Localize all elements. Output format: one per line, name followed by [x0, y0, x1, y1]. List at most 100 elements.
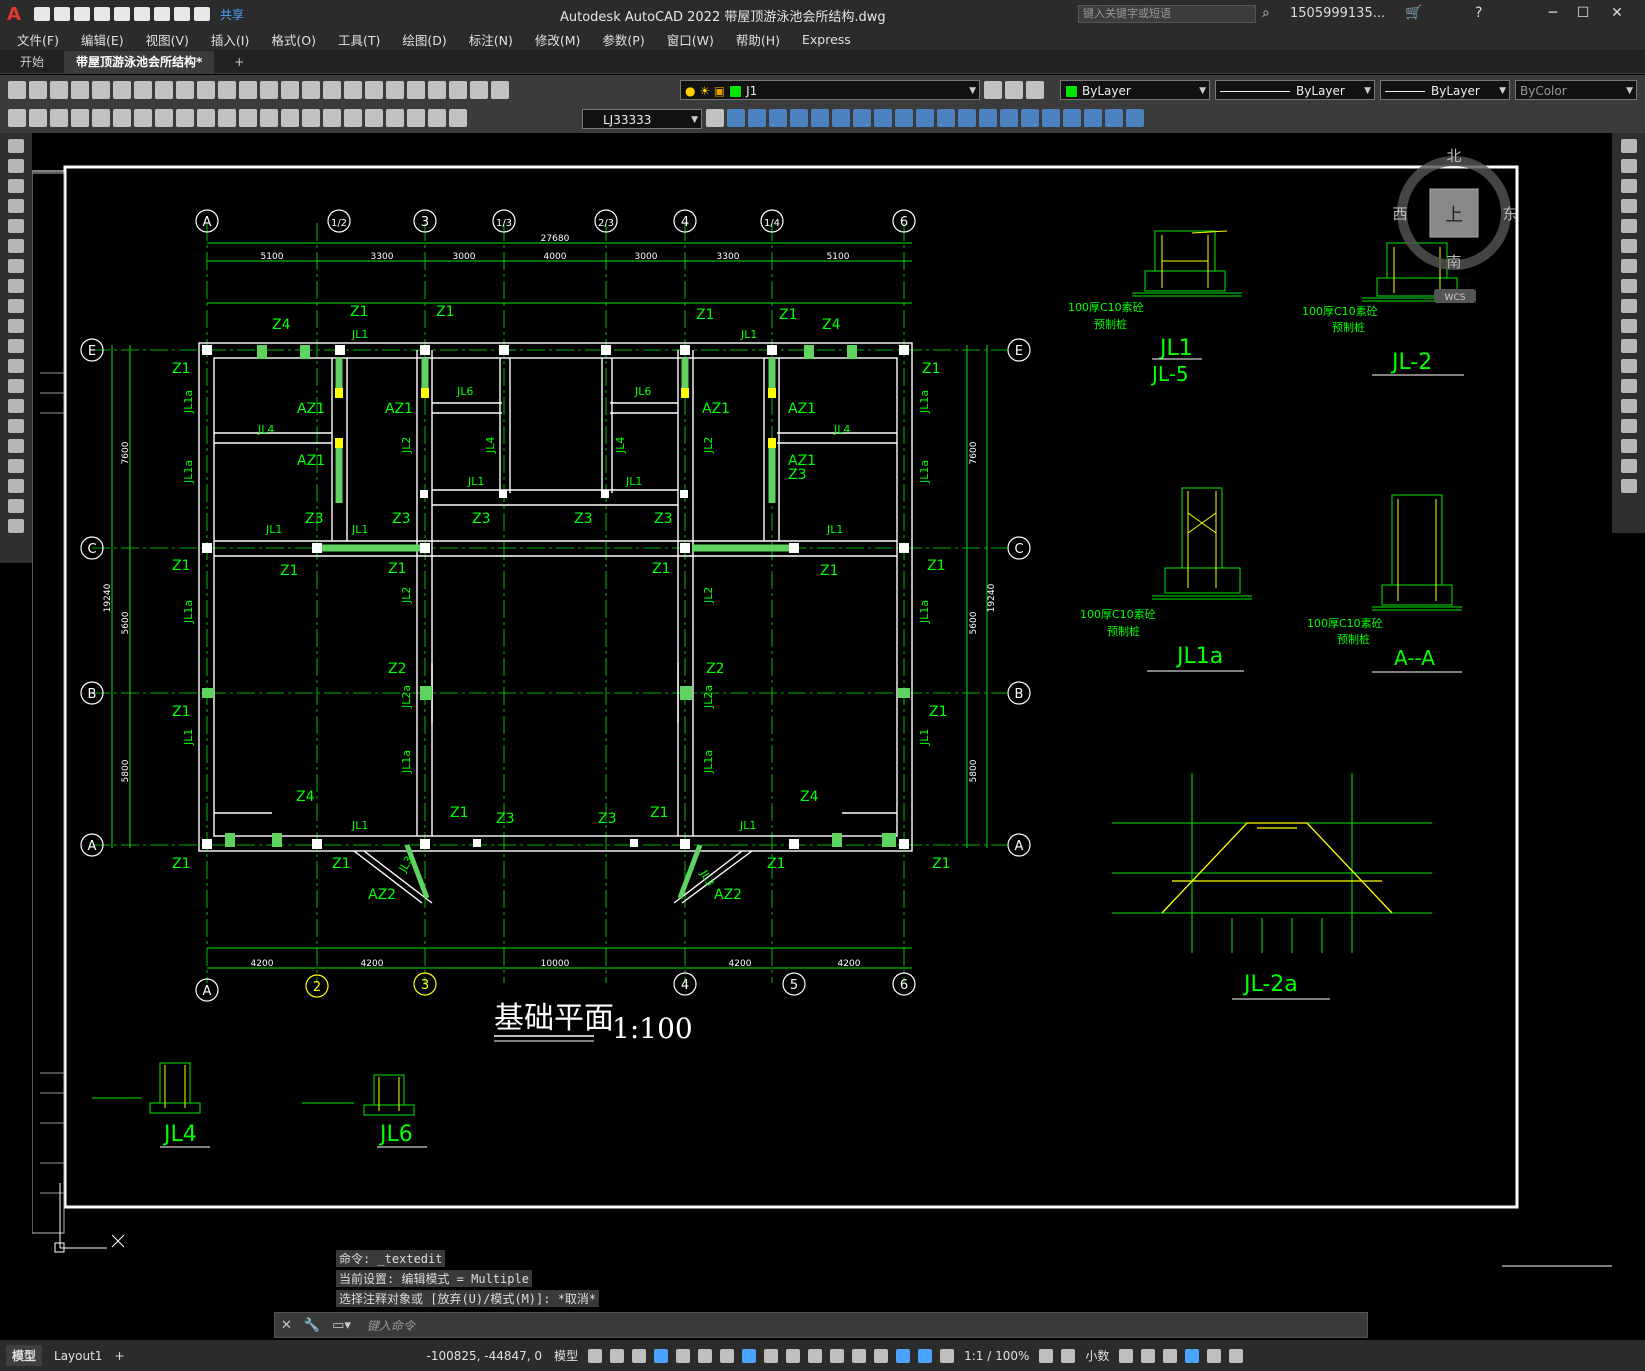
center-mark-icon[interactable] [344, 109, 362, 127]
dim-diameter-icon[interactable] [176, 109, 194, 127]
ucs-origin-icon[interactable] [1084, 109, 1102, 127]
quick-dim-icon[interactable] [218, 109, 236, 127]
dim-radius-icon[interactable] [134, 109, 152, 127]
lock-ui-icon[interactable] [1141, 1348, 1156, 1363]
dim-baseline-icon[interactable] [239, 109, 257, 127]
ucs-object-icon[interactable] [1042, 109, 1060, 127]
drawing-canvas[interactable]: A 1/2 3 1/3 2/3 4 1/4 6 E C B A E C B A … [32, 133, 1612, 1340]
view-back-icon[interactable] [832, 109, 850, 127]
move-icon[interactable] [1620, 239, 1637, 253]
maximize-icon[interactable]: ☐ [1570, 4, 1596, 22]
menu-edit[interactable]: 编辑(E) [70, 30, 135, 49]
break-icon[interactable] [1620, 379, 1637, 393]
menu-dimension[interactable]: 标注(N) [458, 30, 524, 49]
blend-icon[interactable] [1620, 459, 1637, 473]
menu-tools[interactable]: 工具(T) [327, 30, 391, 49]
rectangle-icon[interactable] [8, 219, 24, 233]
snap-icon[interactable] [610, 1348, 625, 1363]
tab-model[interactable]: 模型 [6, 1345, 43, 1366]
make-block-icon[interactable] [8, 379, 24, 393]
mtext-icon[interactable] [8, 499, 24, 513]
isolate-objects-icon[interactable] [1163, 1348, 1178, 1363]
compass-west[interactable]: 西 [1392, 205, 1407, 223]
ucs-3point-icon[interactable] [1126, 109, 1144, 127]
menu-express[interactable]: Express [791, 32, 862, 47]
paste-icon[interactable] [176, 81, 194, 99]
ucs-face-icon[interactable] [1021, 109, 1039, 127]
layer-dropdown[interactable]: ● ☀ ▣ J1 ▼ [680, 80, 980, 100]
calculator-icon[interactable] [449, 81, 467, 99]
preview-icon[interactable] [92, 81, 110, 99]
zoom-realtime-icon[interactable] [281, 81, 299, 99]
viewcube[interactable]: 上 北 南 东 西 WCS [1392, 147, 1518, 303]
menu-file[interactable]: 文件(F) [6, 30, 70, 49]
ortho-icon[interactable] [654, 1348, 669, 1363]
view-top-icon[interactable] [727, 109, 745, 127]
compass-south[interactable]: 南 [1446, 253, 1461, 271]
view-ne-iso-icon[interactable] [895, 109, 913, 127]
cut-icon[interactable] [134, 81, 152, 99]
workspace-gear-icon[interactable] [1039, 1348, 1054, 1363]
view-right-icon[interactable] [790, 109, 808, 127]
dim-edit-icon[interactable] [407, 109, 425, 127]
ucs-zaxis-icon[interactable] [1105, 109, 1123, 127]
properties-icon[interactable] [344, 81, 362, 99]
share-button[interactable]: 共享 [220, 6, 244, 23]
dim-text-edit-icon[interactable] [428, 109, 446, 127]
insert-block-icon[interactable] [8, 359, 24, 373]
view-se-iso-icon[interactable] [874, 109, 892, 127]
spline-icon[interactable] [8, 299, 24, 313]
region-icon[interactable] [8, 459, 24, 473]
mirror-icon[interactable] [1620, 179, 1637, 193]
dynamic-ucs-icon[interactable] [852, 1348, 867, 1363]
linetype-dropdown[interactable]: ByLayer ▼ [1215, 80, 1375, 100]
offset-icon[interactable] [1620, 199, 1637, 213]
polyline-icon[interactable] [8, 179, 24, 193]
object-snap-icon[interactable] [742, 1348, 757, 1363]
scale-icon[interactable] [1620, 279, 1637, 293]
sheet-set-icon[interactable] [407, 81, 425, 99]
tolerance-icon[interactable] [323, 109, 341, 127]
open-from-web-icon[interactable] [114, 7, 130, 21]
hatch-icon[interactable] [8, 419, 24, 433]
redo-icon[interactable] [239, 81, 257, 99]
open-icon[interactable] [54, 7, 70, 21]
join-icon[interactable] [1620, 399, 1637, 413]
plus-icon[interactable] [1061, 1348, 1076, 1363]
ucs-icon[interactable] [958, 109, 976, 127]
chamfer-icon[interactable] [1620, 419, 1637, 433]
view-sw-iso-icon[interactable] [853, 109, 871, 127]
dim-break-icon[interactable] [302, 109, 320, 127]
dim-aligned-icon[interactable] [71, 109, 89, 127]
dim-jogged-icon[interactable] [155, 109, 173, 127]
tab-layout1[interactable]: Layout1 [54, 1349, 102, 1363]
save-icon[interactable] [50, 81, 68, 99]
compass-north[interactable]: 北 [1446, 147, 1461, 165]
plot-icon[interactable] [154, 7, 170, 21]
selection-filter-icon[interactable] [874, 1348, 889, 1363]
polygon-icon[interactable] [8, 199, 24, 213]
break-at-point-icon[interactable] [1620, 359, 1637, 373]
plotstyle-dropdown[interactable]: ByColor ▼ [1515, 80, 1637, 100]
inspection-icon[interactable] [365, 109, 383, 127]
revcloud-icon[interactable] [8, 279, 24, 293]
copy-object-icon[interactable] [1620, 159, 1637, 173]
view-nw-iso-icon[interactable] [916, 109, 934, 127]
publish-icon[interactable] [113, 81, 131, 99]
lineweight-dropdown[interactable]: ByLayer ▼ [1380, 80, 1510, 100]
compass-east[interactable]: 东 [1502, 205, 1517, 223]
menu-view[interactable]: 视图(V) [135, 30, 200, 49]
annotation-visibility-icon[interactable] [918, 1348, 933, 1363]
ellipse-icon[interactable] [8, 319, 24, 333]
copy-icon[interactable] [155, 81, 173, 99]
model-space-toggle[interactable]: 模型 [554, 1347, 578, 1364]
annotation-scale[interactable]: 1:1 / 100% [964, 1349, 1029, 1363]
save-to-web-icon[interactable] [134, 7, 150, 21]
auto-scale-icon[interactable] [940, 1348, 955, 1363]
ellipse-arc-icon[interactable] [8, 339, 24, 353]
ucs-view-icon[interactable] [1063, 109, 1081, 127]
add-selected-icon[interactable] [8, 519, 24, 533]
search-input[interactable]: 键入关键字或短语 [1078, 5, 1256, 23]
new-tab-button[interactable]: + [222, 51, 256, 73]
arc-icon[interactable] [8, 239, 24, 253]
